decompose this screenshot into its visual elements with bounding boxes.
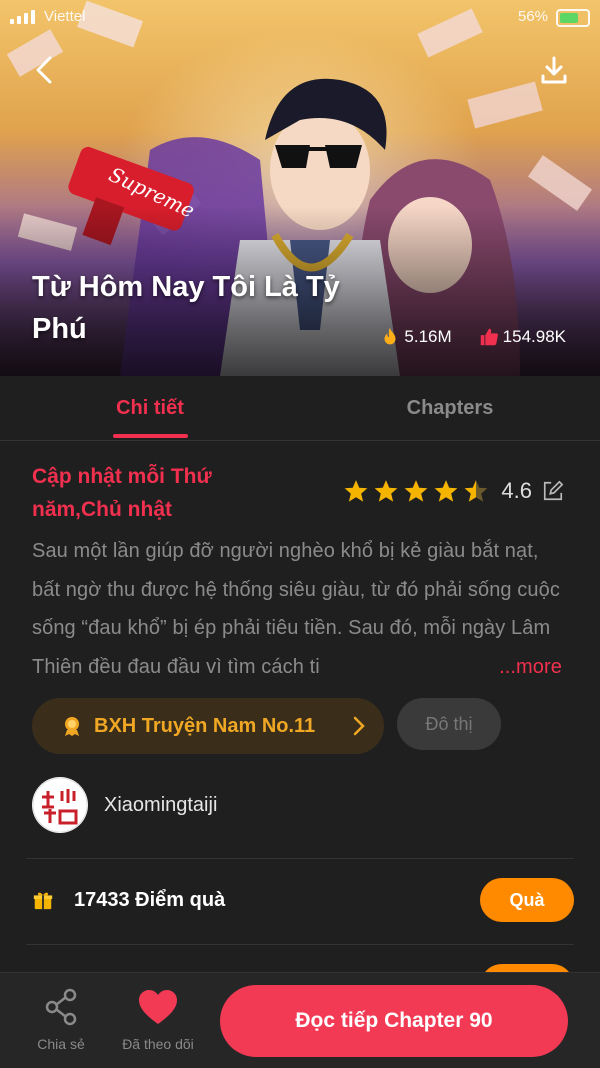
author-avatar — [32, 777, 88, 833]
author-name: Xiaomingtaiji — [104, 793, 218, 816]
half-star-icon — [465, 480, 488, 502]
read-more-link[interactable]: ...more — [497, 647, 562, 686]
heart-icon — [139, 990, 177, 1024]
views-count: 5.16M — [404, 327, 452, 346]
bottom-action-bar: Chia sẻ Đã theo dõi Đọc tiếp Chapter 90 — [0, 972, 600, 1068]
hero-stats: 5.16M 154.98K — [379, 326, 566, 348]
status-bar: Viettel 56% — [0, 0, 600, 36]
rating-value: 4.6 — [501, 478, 532, 503]
follow-label: Đã theo dõi — [122, 1036, 194, 1052]
continue-reading-button[interactable]: Đọc tiếp Chapter 90 — [220, 985, 568, 1057]
fire-icon — [384, 327, 396, 345]
tab-bar: Chi tiết Chapters — [0, 376, 600, 441]
chevron-right-icon — [353, 716, 365, 736]
download-icon[interactable] — [536, 52, 572, 88]
ranking-badge[interactable]: BXH Truyện Nam No.11 — [32, 698, 384, 754]
gift-points-row: 17433 Điểm quà — [32, 876, 225, 924]
tab-details[interactable]: Chi tiết — [100, 376, 200, 440]
star-icon — [435, 480, 458, 502]
synopsis: Sau một lần giúp đỡ người nghèo khổ bị k… — [32, 532, 572, 686]
active-tab-indicator — [113, 434, 188, 438]
genre-tag[interactable]: Đô thị — [397, 698, 501, 750]
star-icon — [375, 480, 398, 502]
battery-percent: 56% — [517, 8, 548, 25]
carrier-label: Viettel — [44, 8, 86, 25]
gift-icon — [33, 892, 53, 910]
share-icon — [45, 988, 77, 1026]
synopsis-text: Sau một lần giúp đỡ người nghèo khổ bị k… — [32, 540, 560, 678]
thumbs-up-icon — [480, 328, 498, 346]
share-label: Chia sẻ — [37, 1036, 85, 1052]
back-arrow-icon[interactable] — [28, 52, 64, 88]
rating[interactable]: 4.6 — [343, 478, 564, 504]
likes-stat: 154.98K — [478, 326, 566, 348]
ranking-label: BXH Truyện Nam No.11 — [94, 714, 316, 737]
star-icon — [405, 480, 428, 502]
medal-icon — [65, 717, 79, 736]
cover-banner: Supreme Viettel 56% Từ Hôm Nay Tôi Là Tỷ… — [0, 0, 600, 376]
author-row[interactable]: Xiaomingtaiji — [32, 776, 217, 834]
share-button[interactable]: Chia sẻ — [22, 987, 100, 1052]
divider — [26, 858, 574, 859]
likes-count: 154.98K — [502, 327, 566, 346]
star-icon — [345, 480, 368, 502]
update-schedule: Cập nhật mỗi Thứ năm,Chủ nhật — [32, 465, 212, 521]
signal-icon — [10, 10, 35, 24]
comic-title: Từ Hôm Nay Tôi Là Tỷ Phú — [32, 271, 340, 345]
tab-chapters[interactable]: Chapters — [380, 376, 520, 440]
author-logo — [32, 777, 88, 833]
gift-button[interactable]: Quà — [480, 878, 574, 922]
views-stat: 5.16M — [379, 326, 452, 348]
divider — [26, 944, 574, 945]
follow-button[interactable]: Đã theo dõi — [112, 987, 204, 1052]
battery-icon — [556, 9, 590, 27]
edit-icon[interactable] — [542, 480, 564, 502]
gift-points: 17433 Điểm quà — [74, 888, 226, 911]
